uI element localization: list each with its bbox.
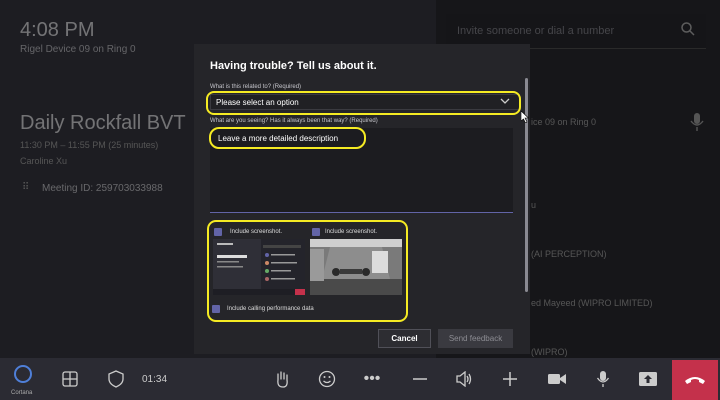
dialog-title: Having trouble? Tell us about it. (210, 60, 377, 72)
cancel-button[interactable]: Cancel (378, 329, 431, 348)
related-label: What is this related to? (Required) (210, 84, 302, 90)
cortana-icon[interactable] (14, 365, 32, 383)
speaker-icon[interactable] (452, 362, 476, 396)
volume-down-icon[interactable] (408, 362, 432, 396)
microphone-icon[interactable] (591, 362, 615, 396)
emoji-icon[interactable] (315, 362, 339, 396)
send-feedback-button[interactable]: Send feedback (438, 329, 513, 348)
more-options-icon[interactable]: ••• (360, 362, 384, 396)
raise-hand-icon[interactable] (270, 362, 294, 396)
hang-up-icon (685, 377, 705, 384)
grid-icon[interactable] (58, 362, 82, 396)
description-label: What are you seeing? Has it always been … (210, 118, 378, 124)
mouse-cursor-icon (521, 111, 529, 123)
highlight-related-dropdown (206, 91, 521, 115)
call-duration: 01:34 (142, 374, 168, 385)
highlight-attachments (207, 220, 408, 322)
volume-up-icon[interactable] (498, 362, 522, 396)
shield-icon[interactable] (104, 362, 128, 396)
highlight-description-field (209, 127, 366, 149)
hang-up-button[interactable] (672, 360, 718, 400)
cortana-label: Cortana (11, 390, 33, 396)
video-camera-icon[interactable] (545, 362, 569, 396)
share-screen-icon[interactable] (636, 362, 660, 396)
